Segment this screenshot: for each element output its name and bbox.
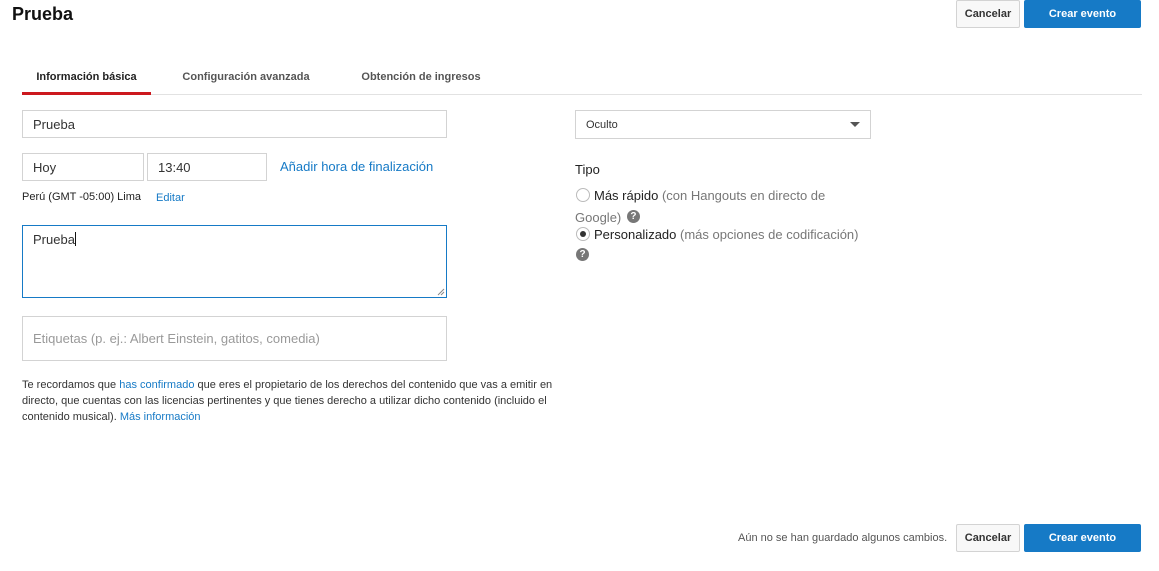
tags-placeholder: Etiquetas (p. ej.: Albert Einstein, gati… — [33, 331, 320, 346]
text-cursor — [74, 232, 76, 246]
privacy-select[interactable]: Oculto — [575, 110, 871, 139]
radio-custom[interactable] — [576, 227, 590, 241]
notice-prefix: Te recordamos que — [22, 379, 117, 391]
question-mark-circle-icon[interactable]: ? — [626, 210, 640, 224]
rights-notice: Te recordamos que has confirmado que ere… — [22, 377, 562, 425]
question-mark-circle-icon[interactable]: ? — [576, 248, 589, 261]
edit-timezone-link[interactable]: Editar — [156, 192, 185, 204]
confirmed-link[interactable]: has confirmado — [119, 379, 194, 391]
option-fastest-detail-row: Google) ? — [575, 210, 640, 225]
date-input-value: Hoy — [33, 159, 57, 175]
option-custom-detail: (más opciones de codificación) — [680, 227, 859, 242]
option-fastest-label: Más rápido — [594, 188, 659, 203]
title-input[interactable]: Prueba — [22, 110, 447, 138]
time-input-value: 13:40 — [158, 159, 191, 175]
footer-create-event-button[interactable]: Crear evento — [1024, 524, 1141, 552]
tab-monetization[interactable]: Obtención de ingresos — [352, 60, 490, 94]
tab-basic-info[interactable]: Información básica — [22, 60, 151, 95]
tab-advanced-settings[interactable]: Configuración avanzada — [175, 60, 317, 94]
create-event-button[interactable]: Crear evento — [1024, 0, 1141, 28]
radio-fastest[interactable] — [576, 188, 590, 202]
cancel-button[interactable]: Cancelar — [956, 0, 1020, 28]
description-value: Prueba — [33, 232, 75, 247]
description-textarea[interactable]: Prueba — [22, 225, 447, 298]
privacy-select-value: Oculto — [586, 118, 618, 131]
footer-cancel-button[interactable]: Cancelar — [956, 524, 1020, 552]
option-custom-label: Personalizado — [594, 227, 677, 242]
option-fastest-label-row: Más rápido (con Hangouts en directo de — [594, 188, 825, 203]
unsaved-changes-text: Aún no se han guardado algunos cambios. — [738, 532, 948, 544]
page-title: Prueba — [12, 4, 74, 24]
timezone-label: Perú (GMT -05:00) Lima — [22, 191, 142, 203]
resize-handle-icon[interactable] — [437, 288, 445, 296]
date-input[interactable]: Hoy — [22, 153, 144, 181]
type-heading: Tipo — [575, 162, 600, 177]
add-end-time-link[interactable]: Añadir hora de finalización — [280, 159, 433, 174]
option-fastest-detail-continued: Google) — [575, 210, 622, 225]
option-custom-label-row: Personalizado (más opciones de codificac… — [594, 227, 859, 242]
title-input-value: Prueba — [33, 116, 75, 132]
caret-down-icon — [850, 121, 860, 127]
option-fastest-detail: (con Hangouts en directo de — [661, 188, 826, 203]
tags-input[interactable]: Etiquetas (p. ej.: Albert Einstein, gati… — [22, 316, 447, 361]
time-input[interactable]: 13:40 — [147, 153, 267, 181]
more-info-link[interactable]: Más información — [120, 411, 201, 423]
tab-bar: Información básica Configuración avanzad… — [22, 60, 1142, 95]
